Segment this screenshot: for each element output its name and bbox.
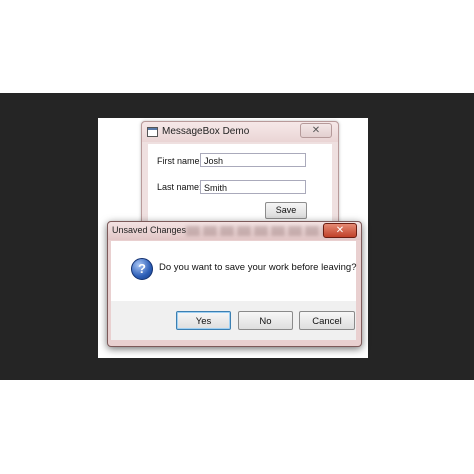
- dialog-button-bar: Yes No Cancel: [111, 301, 356, 340]
- yes-button[interactable]: Yes: [176, 311, 231, 330]
- main-window-title: MessageBox Demo: [162, 126, 250, 137]
- no-button[interactable]: No: [238, 311, 293, 330]
- dialog-title: Unsaved Changes: [112, 225, 187, 235]
- unsaved-changes-dialog: Unsaved Changes ✕ ? Do you want to save …: [107, 221, 362, 347]
- dialog-close-button[interactable]: ✕: [323, 223, 357, 238]
- question-icon: ?: [131, 258, 153, 280]
- main-window-titlebar[interactable]: MessageBox Demo ✕: [142, 122, 338, 142]
- last-name-label: Last name:: [157, 182, 202, 192]
- dialog-message: Do you want to save your work before lea…: [159, 262, 357, 273]
- first-name-input[interactable]: Josh: [200, 153, 306, 167]
- dialog-titlebar[interactable]: Unsaved Changes ✕: [108, 222, 361, 240]
- window-icon: [147, 127, 158, 137]
- save-button[interactable]: Save: [265, 202, 307, 219]
- cancel-button[interactable]: Cancel: [299, 311, 355, 330]
- last-name-input[interactable]: Smith: [200, 180, 306, 194]
- first-name-label: First name:: [157, 156, 203, 166]
- dialog-message-area: ? Do you want to save your work before l…: [111, 241, 357, 301]
- blurred-background-text: [186, 226, 336, 236]
- main-window-client: First name: Josh Last name: Smith Save: [148, 144, 332, 228]
- main-window-close-button[interactable]: ✕: [300, 123, 332, 138]
- messagebox-demo-window: MessageBox Demo ✕ First name: Josh Last …: [141, 121, 339, 229]
